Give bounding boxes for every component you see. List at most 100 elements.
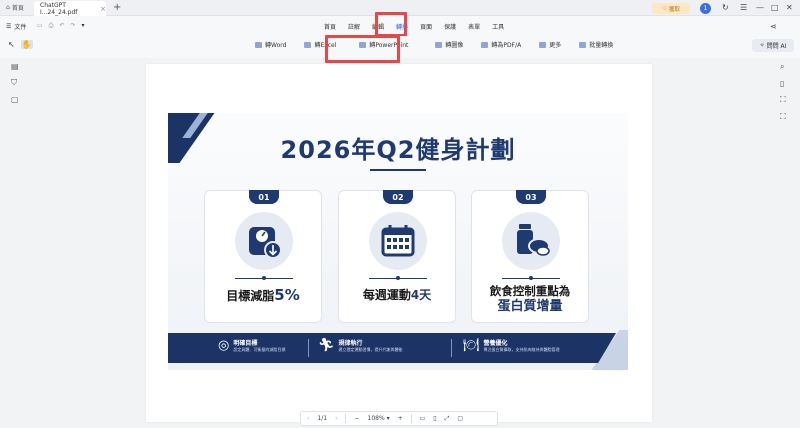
card-dot — [396, 276, 400, 280]
banner-item-subtitle: 專注蛋白質攝取，支持肌肉維持與體脂管理 — [483, 347, 560, 352]
banner-item-title: 明確目標 — [233, 340, 258, 347]
single-page-icon[interactable]: ▭ — [420, 415, 426, 422]
banner-divider — [451, 339, 452, 357]
file-menu-label: 文件 — [14, 24, 27, 31]
new-tab-button[interactable]: + — [113, 2, 121, 13]
card-text: 每週運動4天 — [339, 288, 455, 303]
card-text-highlight: 5% — [274, 286, 300, 304]
running-icon: 🏃︎ — [318, 338, 335, 353]
to-pdfa-label: 轉為PDF/A — [491, 42, 522, 49]
redo-icon[interactable]: ↷ — [71, 22, 76, 30]
card-text-highlight: 蛋白質增量 — [497, 299, 563, 314]
search-icon[interactable]: ⌕ — [780, 62, 786, 72]
prev-page-icon[interactable]: ‹ — [307, 415, 309, 422]
home-icon: ⌂ — [6, 4, 10, 11]
banner-item-title: 規律執行 — [338, 340, 363, 347]
scale-icon — [235, 212, 293, 270]
right-sidebar: ⌕ ▯ ⛶ ⛶ — [780, 62, 786, 122]
batch-convert-button[interactable]: 批量轉換 — [570, 40, 622, 49]
comment-icon[interactable]: ▢ — [11, 95, 19, 104]
share-icon[interactable]: ⋖ — [770, 22, 777, 31]
dropdown-icon[interactable]: ▾ — [82, 22, 85, 30]
menu-home[interactable]: 首頁 — [324, 22, 336, 31]
two-page-icon[interactable]: ▯ — [433, 415, 436, 422]
undo-icon[interactable]: ↶ — [59, 22, 64, 30]
fullscreen-icon[interactable]: ⛶ — [780, 112, 786, 122]
slide-title: 2026年Q2健身計劃 — [280, 136, 516, 164]
close-tab-icon[interactable]: × — [100, 5, 106, 13]
document-tab-label: ChatGPT I...24_24.pdf — [40, 1, 78, 16]
fit-width-icon[interactable]: ⛶ — [780, 95, 786, 105]
banner-item-routine: 🏃︎ 規律執行 建立穩定運動習慣，提升代謝與體能 — [318, 338, 403, 353]
more-button[interactable]: 更多 — [530, 40, 570, 49]
left-sidebar: ▤ ⛉ ▢ — [11, 62, 19, 104]
minimize-icon[interactable]: — — [756, 3, 764, 12]
save-icon[interactable]: ▭ — [37, 22, 43, 30]
convert-tools: 轉Word 轉Excel 轉PowerPoint 轉圖像 轉為PDF/A 更多 … — [246, 40, 622, 49]
word-icon — [255, 41, 262, 48]
menu-forms[interactable]: 表單 — [468, 22, 480, 31]
document-tab[interactable]: ChatGPT I...24_24.pdf × — [34, 1, 106, 16]
batch-icon — [579, 41, 587, 48]
to-word-button[interactable]: 轉Word — [246, 40, 295, 49]
sparkle-icon: ✧ — [759, 42, 765, 49]
bookmark-icon[interactable]: ⛉ — [11, 78, 19, 88]
home-tab[interactable]: ⌂ 首頁 — [6, 3, 24, 12]
home-tab-label: 首頁 — [11, 5, 24, 12]
menu-tools[interactable]: 工具 — [492, 22, 504, 31]
zoom-out-icon[interactable]: − — [354, 415, 359, 422]
slide: 2026年Q2健身計劃 01 目標減脂5% 02 每週運動4天 03 飲食控制重… — [168, 113, 628, 370]
zoom-in-icon[interactable]: + — [398, 415, 403, 422]
card-text-main: 飲食控制重點為 — [489, 284, 571, 298]
thumbnails-icon[interactable]: ▤ — [11, 62, 19, 71]
banner-divider — [308, 339, 309, 357]
menu-protect[interactable]: 保護 — [444, 22, 456, 31]
target-icon: ◎ — [218, 338, 230, 353]
separator — [410, 414, 412, 423]
more-label: 更多 — [549, 42, 562, 49]
ask-ai-label: 問問 AI — [766, 43, 787, 50]
card-number: 03 — [516, 190, 546, 204]
pdfa-icon — [481, 41, 489, 48]
card-text: 目標減脂5% — [205, 288, 321, 304]
sync-icon[interactable]: ↻ — [722, 3, 729, 12]
banner-item-title: 營養優化 — [483, 340, 508, 347]
next-page-icon[interactable]: › — [335, 415, 337, 422]
banner-item-subtitle: 設定具體、可衡量的減脂目標 — [233, 347, 286, 352]
to-word-label: 轉Word — [265, 42, 287, 49]
menu-annotate[interactable]: 註解 — [348, 22, 360, 31]
card-number: 01 — [249, 190, 279, 204]
fit-icon[interactable]: ⤢ — [445, 415, 450, 423]
full-screen-icon[interactable]: ▢ — [457, 415, 463, 422]
menu-page[interactable]: 頁面 — [420, 22, 432, 31]
maximize-icon[interactable]: □ — [771, 3, 779, 12]
banner-item-subtitle: 建立穩定運動習慣，提升代謝與體能 — [338, 347, 403, 352]
to-image-button[interactable]: 轉圖像 — [426, 40, 472, 49]
file-menu[interactable]: ☰ 文件 — [6, 22, 26, 31]
avatar[interactable]: 1 — [700, 3, 711, 14]
nutrition-icon — [502, 212, 560, 270]
zoom-level[interactable]: 108% ▾ — [368, 415, 390, 422]
quick-actions: ▭ ⎙ ↶ ↷ ▾ — [37, 22, 85, 30]
menu-icon[interactable]: ☰ — [740, 3, 747, 12]
card-frequency: 02 每週運動4天 — [338, 190, 456, 323]
fit-page-icon[interactable]: ▯ — [780, 79, 786, 88]
title-underline — [370, 169, 426, 171]
print-icon[interactable]: ⎙ — [49, 22, 54, 30]
close-window-icon[interactable]: ✕ — [786, 3, 793, 12]
page-indicator[interactable]: 1/1 — [317, 415, 327, 422]
main-menu: 首頁 註解 編輯 轉換 頁面 保護 表單 工具 — [324, 22, 504, 31]
utensils-icon: 🍽︎ — [463, 338, 480, 353]
card-dot — [262, 276, 266, 280]
page-navigation-bar: ‹ 1/1 › − 108% ▾ + ▭ ▯ ⤢ ▢ — [300, 411, 498, 426]
card-diet: 03 飲食控制重點為 蛋白質增量 — [471, 190, 589, 323]
hand-tool-icon[interactable]: ✋ — [20, 40, 33, 49]
ask-ai-button[interactable]: ✧ 問問 AI — [752, 39, 794, 52]
upgrade-button[interactable]: ♡ 獲取 — [652, 3, 690, 14]
card-text-main: 目標減脂 — [226, 289, 275, 303]
to-pdfa-button[interactable]: 轉為PDF/A — [472, 40, 530, 49]
card-dot — [529, 276, 533, 280]
to-image-label: 轉圖像 — [445, 42, 464, 49]
select-cursor-icon[interactable]: ↖ — [8, 40, 15, 49]
calendar-icon — [369, 212, 427, 270]
